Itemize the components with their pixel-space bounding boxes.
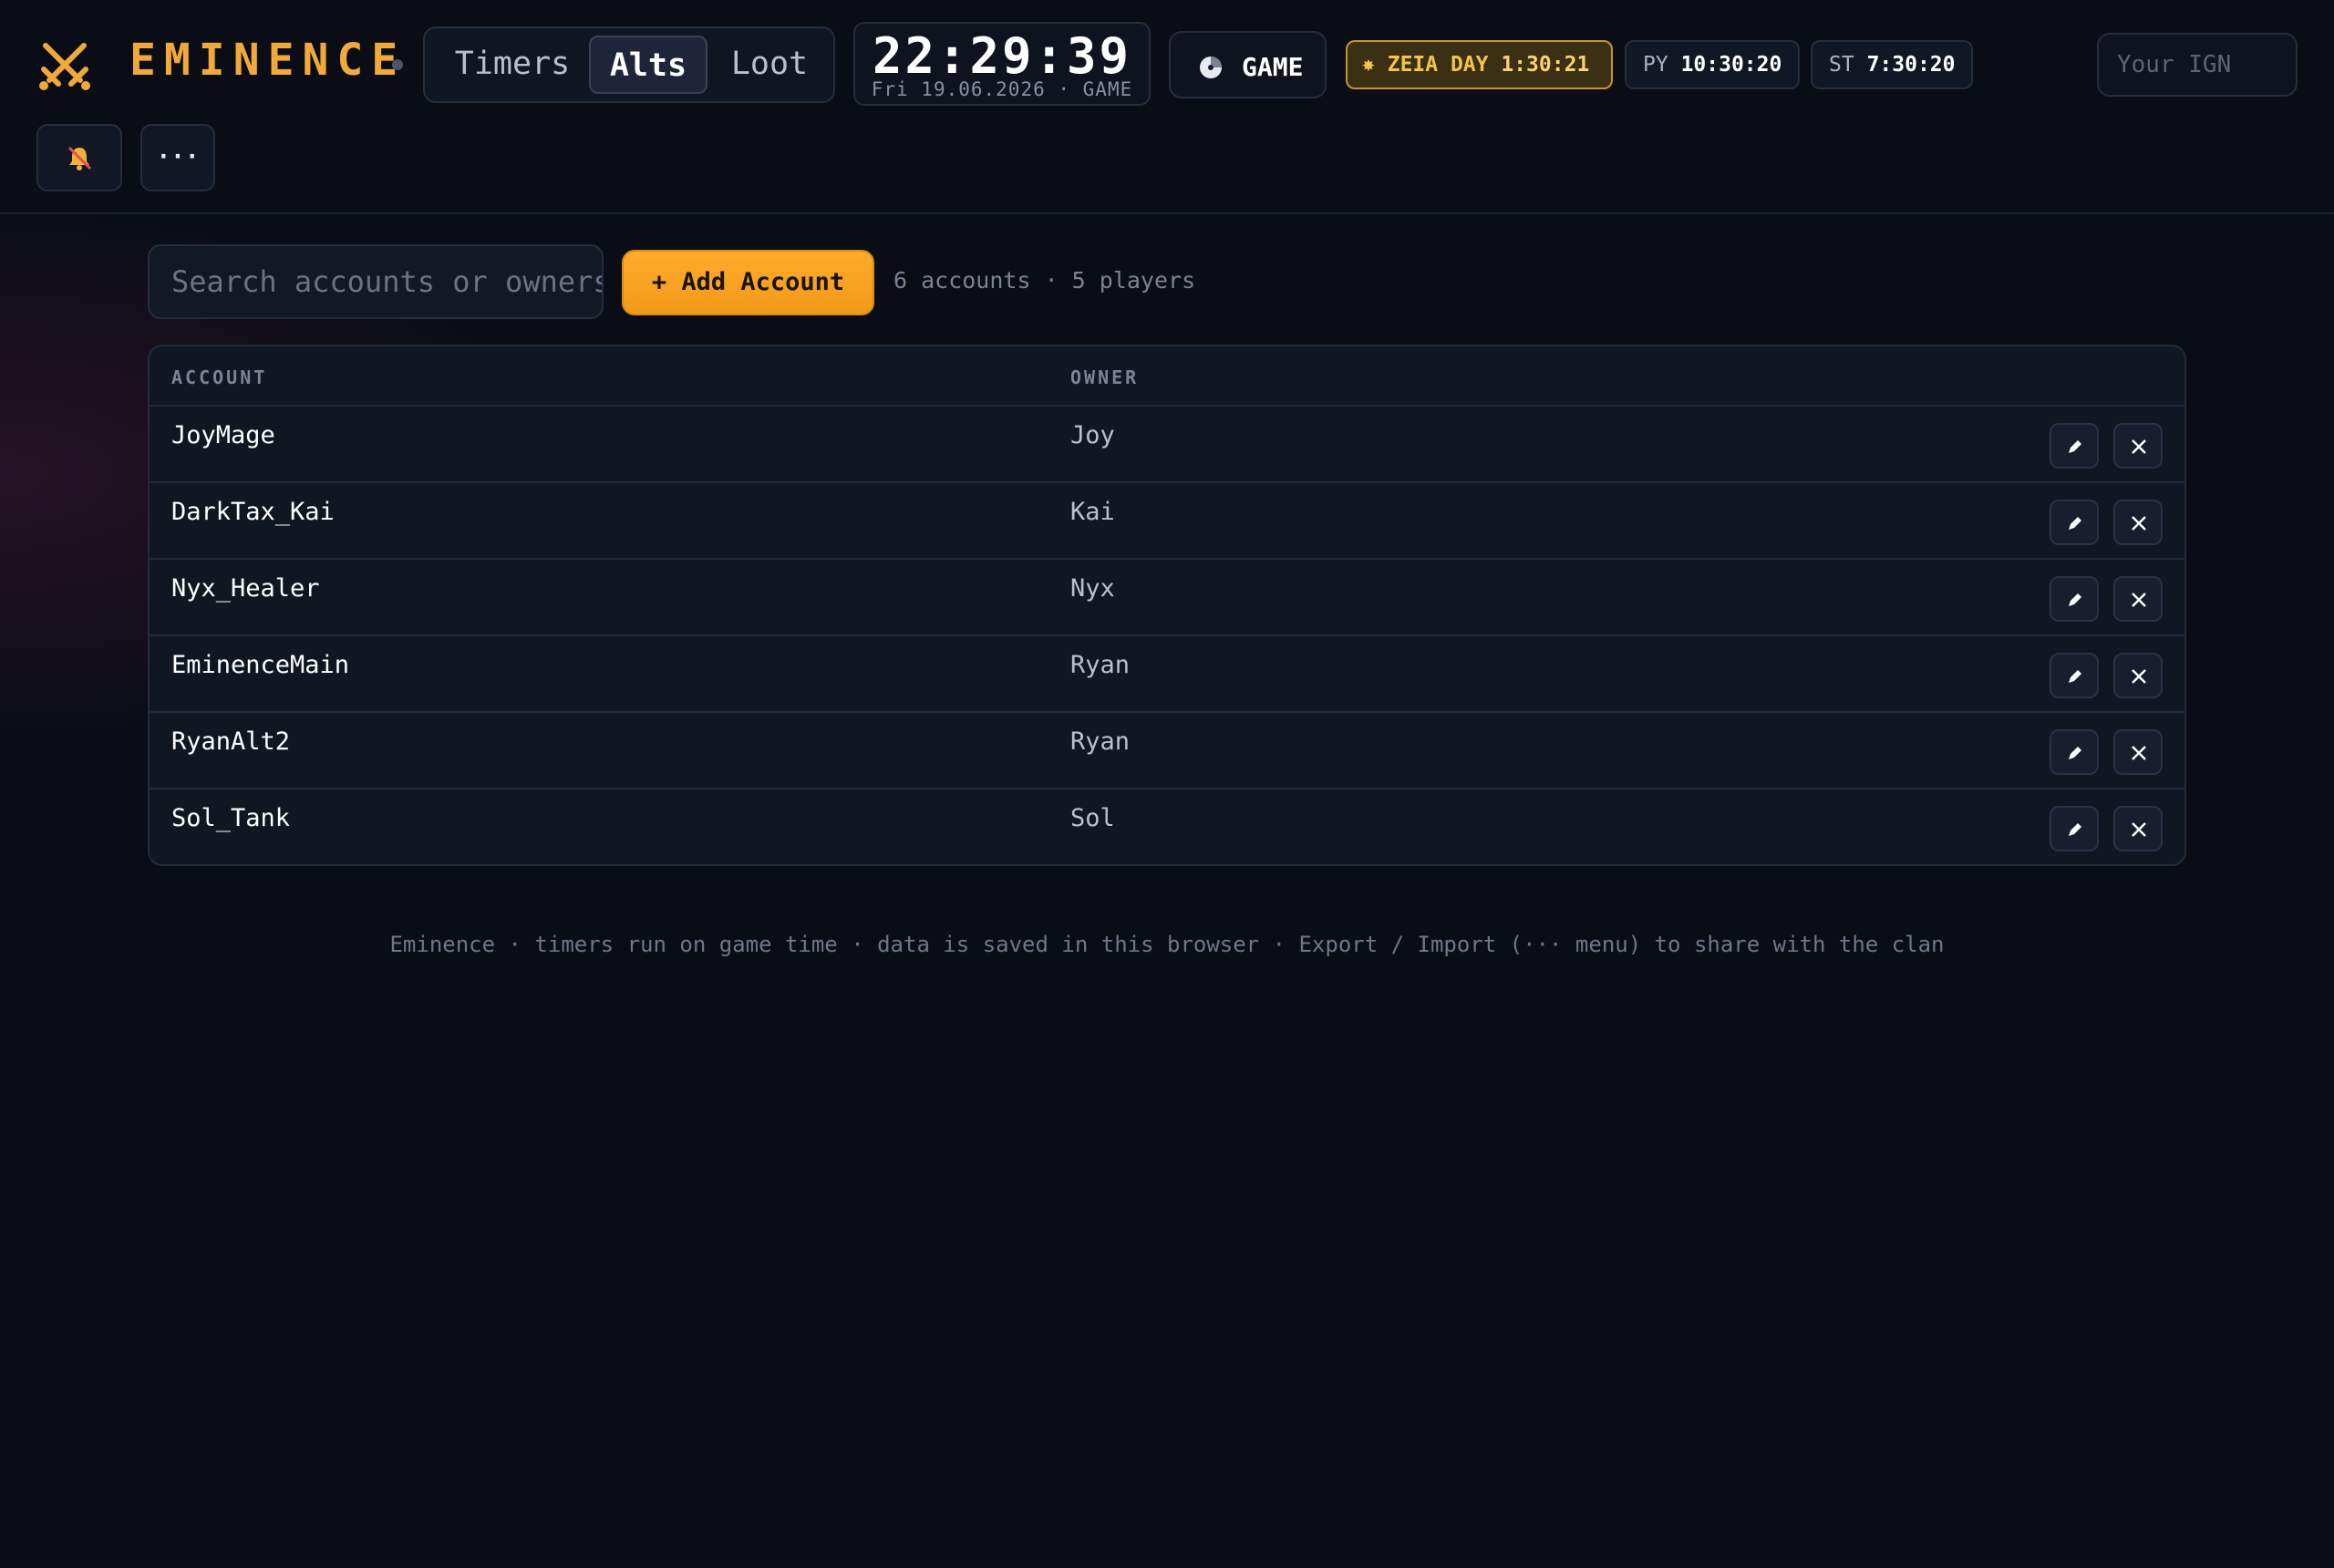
zeia-timer-value: 1:30:21 bbox=[1501, 53, 1590, 77]
search-input[interactable] bbox=[148, 244, 604, 319]
edit-button[interactable] bbox=[2050, 423, 2099, 469]
table-header: ACCOUNT OWNER bbox=[150, 346, 2184, 407]
owner-name: Ryan bbox=[1070, 651, 1131, 679]
footer-note: Eminence · timers run on game time · dat… bbox=[389, 932, 1945, 957]
clock-icon bbox=[1200, 57, 1222, 78]
edit-button[interactable] bbox=[2050, 576, 2099, 622]
delete-button[interactable] bbox=[2113, 423, 2163, 469]
brand-title: EMINENCE bbox=[129, 35, 407, 86]
edit-icon bbox=[2069, 517, 2081, 530]
py-timer-value: 10:30:20 bbox=[1680, 53, 1782, 77]
column-header-owner: OWNER bbox=[1070, 366, 1140, 388]
delete-button[interactable] bbox=[2113, 500, 2163, 545]
brand-separator-dot bbox=[392, 59, 403, 70]
account-name: DarkTax_Kai bbox=[171, 498, 335, 526]
zeia-timer-label: ZEIA DAY bbox=[1387, 53, 1489, 77]
close-icon bbox=[2132, 746, 2146, 760]
st-timer-value: 7:30:20 bbox=[1866, 53, 1956, 77]
table-row: DarkTax_Kai Kai bbox=[150, 483, 2184, 560]
ign-input[interactable] bbox=[2097, 33, 2298, 97]
app-header: EMINENCE Timers Alts Loot 22:29:39 Fri 1… bbox=[0, 0, 2334, 214]
accounts-table: ACCOUNT OWNER JoyMage Joy DarkTax_Kai Ka… bbox=[148, 345, 2186, 866]
table-row: JoyMage Joy bbox=[150, 407, 2184, 483]
py-timer-label: PY bbox=[1643, 53, 1668, 77]
table-row: RyanAlt2 Ryan bbox=[150, 713, 2184, 789]
game-clock: 22:29:39 Fri 19.06.2026 · GAME bbox=[853, 22, 1151, 106]
add-account-button[interactable]: + Add Account bbox=[622, 250, 874, 315]
column-header-account: ACCOUNT bbox=[171, 366, 268, 388]
owner-name: Joy bbox=[1070, 421, 1115, 449]
delete-button[interactable] bbox=[2113, 806, 2163, 851]
account-name: Sol_Tank bbox=[171, 804, 291, 832]
notifications-toggle-button[interactable] bbox=[36, 124, 122, 191]
clock-time: 22:29:39 bbox=[872, 27, 1132, 85]
owner-name: Ryan bbox=[1070, 727, 1131, 756]
py-timer: PY 10:30:20 bbox=[1625, 40, 1800, 89]
tab-loot[interactable]: Loot bbox=[713, 36, 826, 94]
close-icon bbox=[2132, 669, 2146, 684]
close-icon bbox=[2132, 516, 2146, 531]
delete-button[interactable] bbox=[2113, 653, 2163, 698]
sun-icon: ✸ bbox=[1362, 53, 1375, 77]
account-counts: 6 accounts · 5 players bbox=[893, 267, 1196, 294]
account-name: JoyMage bbox=[171, 421, 275, 449]
edit-icon bbox=[2069, 823, 2081, 836]
table-row: Nyx_Healer Nyx bbox=[150, 560, 2184, 636]
owner-name: Sol bbox=[1070, 804, 1115, 832]
st-timer: ST 7:30:20 bbox=[1811, 40, 1973, 89]
edit-icon bbox=[2069, 670, 2081, 683]
table-row: Sol_Tank Sol bbox=[150, 789, 2184, 864]
more-menu-button[interactable]: ··· bbox=[140, 124, 215, 191]
st-timer-label: ST bbox=[1829, 53, 1854, 77]
time-mode-button[interactable]: GAME bbox=[1169, 31, 1327, 98]
owner-name: Kai bbox=[1070, 498, 1115, 526]
zeia-day-timer: ✸ ZEIA DAY 1:30:21 bbox=[1346, 40, 1613, 89]
table-row: EminenceMain Ryan bbox=[150, 636, 2184, 713]
delete-button[interactable] bbox=[2113, 729, 2163, 775]
delete-button[interactable] bbox=[2113, 576, 2163, 622]
tab-alts[interactable]: Alts bbox=[589, 36, 707, 94]
edit-icon bbox=[2069, 593, 2081, 606]
close-icon bbox=[2132, 439, 2146, 454]
account-name: Nyx_Healer bbox=[171, 574, 320, 603]
account-name: EminenceMain bbox=[171, 651, 350, 679]
tab-timers[interactable]: Timers bbox=[436, 36, 589, 94]
close-icon bbox=[2132, 822, 2146, 837]
edit-icon bbox=[2069, 440, 2081, 453]
edit-button[interactable] bbox=[2050, 729, 2099, 775]
close-icon bbox=[2132, 593, 2146, 607]
owner-name: Nyx bbox=[1070, 574, 1115, 603]
edit-button[interactable] bbox=[2050, 500, 2099, 545]
header-top-row: EMINENCE Timers Alts Loot 22:29:39 Fri 1… bbox=[0, 0, 2334, 128]
time-mode-label: GAME bbox=[1242, 52, 1304, 82]
account-name: RyanAlt2 bbox=[171, 727, 291, 756]
main-tabs: Timers Alts Loot bbox=[423, 26, 835, 103]
bell-muted-icon bbox=[67, 146, 92, 170]
crossed-swords-icon bbox=[39, 43, 90, 90]
edit-icon bbox=[2069, 747, 2081, 759]
edit-button[interactable] bbox=[2050, 806, 2099, 851]
edit-button[interactable] bbox=[2050, 653, 2099, 698]
clock-date: Fri 19.06.2026 · GAME bbox=[871, 78, 1133, 100]
